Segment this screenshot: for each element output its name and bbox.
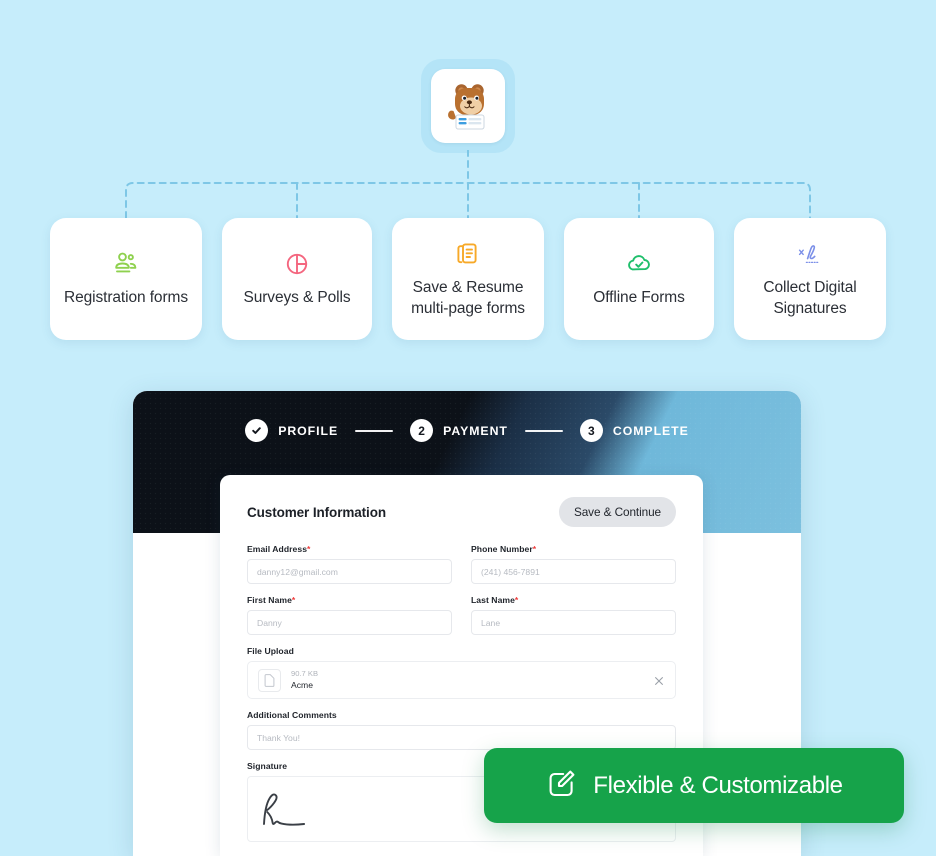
phone-field-label: Phone Number* bbox=[471, 544, 676, 554]
signature-icon bbox=[795, 239, 825, 269]
last-name-input[interactable] bbox=[471, 610, 676, 635]
additional-comments-input[interactable] bbox=[247, 725, 676, 750]
bear-mascot-form-icon bbox=[439, 77, 497, 135]
email-field-group: Email Address* bbox=[247, 544, 452, 584]
file-upload-label: File Upload bbox=[247, 646, 294, 656]
additional-comments-label: Additional Comments bbox=[247, 710, 337, 720]
save-and-continue-button[interactable]: Save & Continue bbox=[558, 497, 676, 527]
feature-card-registration-forms[interactable]: Registration forms bbox=[50, 218, 202, 340]
required-marker: * bbox=[532, 544, 537, 554]
step-number: 2 bbox=[410, 419, 434, 442]
close-icon[interactable] bbox=[653, 674, 665, 686]
pie-chart-icon bbox=[283, 249, 311, 279]
step-complete[interactable]: 3 COMPLETE bbox=[579, 419, 689, 442]
first-name-field-group: First Name* bbox=[247, 595, 452, 635]
feature-card-surveys-polls[interactable]: Surveys & Polls bbox=[222, 218, 372, 340]
required-marker: * bbox=[291, 595, 296, 605]
flexible-customizable-badge: Flexible & Customizable bbox=[484, 748, 904, 823]
step-divider bbox=[524, 429, 563, 432]
edit-square-icon bbox=[545, 767, 577, 804]
file-icon bbox=[258, 668, 281, 692]
cloud-check-icon bbox=[625, 249, 653, 279]
phone-field-group: Phone Number* bbox=[471, 544, 676, 584]
form-header: Customer Information Save & Continue bbox=[247, 497, 676, 527]
documents-stack-icon bbox=[454, 239, 482, 269]
file-upload-group: File Upload 90.7 KB Acme bbox=[247, 646, 676, 699]
check-icon bbox=[245, 419, 269, 442]
first-name-label-text: First Name bbox=[247, 595, 292, 605]
feature-card-offline-forms[interactable]: Offline Forms bbox=[564, 218, 714, 340]
email-input[interactable] bbox=[247, 559, 452, 584]
email-field-label: Email Address* bbox=[247, 544, 452, 554]
last-name-label-text: Last Name bbox=[471, 595, 515, 605]
required-marker: * bbox=[514, 595, 519, 605]
step-label: PROFILE bbox=[278, 423, 339, 438]
handwritten-signature-icon bbox=[254, 782, 342, 837]
last-name-field-group: Last Name* bbox=[471, 595, 676, 635]
badge-label: Flexible & Customizable bbox=[593, 771, 843, 799]
additional-comments-group: Additional Comments bbox=[247, 710, 676, 750]
phone-label-text: Phone Number bbox=[471, 544, 533, 554]
uploaded-file-row[interactable]: 90.7 KB Acme bbox=[247, 661, 676, 699]
step-number: 3 bbox=[579, 419, 603, 442]
step-payment[interactable]: 2 PAYMENT bbox=[410, 419, 508, 442]
mascot-card bbox=[431, 69, 505, 143]
file-meta: 90.7 KB Acme bbox=[291, 668, 643, 691]
promotional-graphic: Registration forms Surveys & Polls Save … bbox=[0, 0, 936, 856]
first-name-field-label: First Name* bbox=[247, 595, 452, 605]
feature-card-label: Save & Resume multi-page forms bbox=[411, 279, 525, 317]
feature-card-save-resume[interactable]: Save & Resume multi-page forms bbox=[392, 218, 544, 340]
file-name: Acme bbox=[291, 680, 313, 691]
feature-card-label: Offline Forms bbox=[593, 289, 685, 307]
file-size: 90.7 KB bbox=[291, 669, 319, 679]
required-marker: * bbox=[307, 544, 311, 554]
feature-card-label: Registration forms bbox=[64, 289, 188, 307]
users-group-icon bbox=[112, 249, 140, 279]
step-divider bbox=[355, 429, 394, 432]
form-stepper: PROFILE 2 PAYMENT 3 COMPLETE bbox=[133, 419, 801, 442]
feature-card-row: Registration forms Surveys & Polls Save … bbox=[0, 218, 936, 340]
feature-card-digital-signatures[interactable]: Collect Digital Signatures bbox=[734, 218, 886, 340]
first-name-input[interactable] bbox=[247, 610, 452, 635]
feature-card-label: Collect Digital Signatures bbox=[763, 279, 857, 317]
email-label-text: Email Address bbox=[247, 544, 308, 554]
feature-card-label: Surveys & Polls bbox=[243, 289, 351, 307]
phone-input[interactable] bbox=[471, 559, 676, 584]
step-label: PAYMENT bbox=[443, 423, 508, 438]
step-profile[interactable]: PROFILE bbox=[245, 419, 338, 442]
last-name-field-label: Last Name* bbox=[471, 595, 676, 605]
form-title: Customer Information bbox=[247, 504, 387, 520]
step-label: COMPLETE bbox=[612, 423, 689, 438]
mascot-tile bbox=[421, 59, 515, 153]
